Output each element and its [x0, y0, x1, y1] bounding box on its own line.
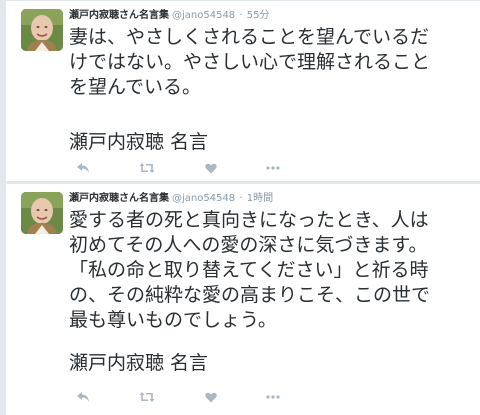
author-username[interactable]: @jano54548 — [172, 193, 235, 204]
reply-icon[interactable] — [75, 390, 91, 404]
header-separator: · — [239, 193, 243, 204]
retweet-icon[interactable] — [139, 390, 155, 404]
author-username[interactable]: @jano54548 — [172, 10, 235, 21]
tweet-text: 愛する者の死と真向きになったとき、人は 初めてその人への愛の深さに気づきます。 … — [69, 208, 471, 333]
tweet-header: 瀬戸内寂聴さん名言集 @jano54548 · 1時間 — [69, 192, 273, 206]
like-icon[interactable] — [203, 161, 219, 175]
header-separator: · — [239, 10, 243, 21]
tweet-header: 瀬戸内寂聴さん名言集 @jano54548 · 55分 — [69, 9, 269, 23]
tweet-timestamp[interactable]: 1時間 — [247, 193, 273, 204]
tweet-signature: 瀬戸内寂聴 名言 — [69, 352, 209, 374]
timeline: 瀬戸内寂聴さん名言集 @jano54548 · 55分 妻は、やさしくされることを… — [0, 0, 480, 415]
tweet-body: 愛する者の死と真向きになったとき、人は 初めてその人への愛の深さに気づきます。 … — [69, 209, 431, 331]
author-fullname[interactable]: 瀬戸内寂聴さん名言集 — [69, 193, 169, 204]
more-icon[interactable] — [265, 161, 281, 175]
tweet-card[interactable]: 瀬戸内寂聴さん名言集 @jano54548 · 1時間 愛する者の死と真向きになっ… — [6, 183, 480, 415]
tweet-timestamp[interactable]: 55分 — [247, 10, 270, 21]
like-icon[interactable] — [203, 390, 219, 404]
tweet-actions — [69, 161, 289, 175]
tweet-body: 妻は、やさしくされることを望んでいるだ けではない。やさしい心で理解されること … — [69, 26, 431, 98]
retweet-icon[interactable] — [139, 161, 155, 175]
tweet-signature: 瀬戸内寂聴 名言 — [69, 131, 209, 153]
avatar[interactable] — [21, 192, 63, 234]
tweet-actions — [69, 390, 289, 404]
tweet-card[interactable]: 瀬戸内寂聴さん名言集 @jano54548 · 55分 妻は、やさしくされることを… — [6, 0, 480, 181]
avatar[interactable] — [21, 9, 63, 51]
reply-icon[interactable] — [75, 161, 91, 175]
tweet-text: 妻は、やさしくされることを望んでいるだ けではない。やさしい心で理解されること … — [69, 25, 471, 100]
more-icon[interactable] — [265, 390, 281, 404]
author-fullname[interactable]: 瀬戸内寂聴さん名言集 — [69, 10, 169, 21]
